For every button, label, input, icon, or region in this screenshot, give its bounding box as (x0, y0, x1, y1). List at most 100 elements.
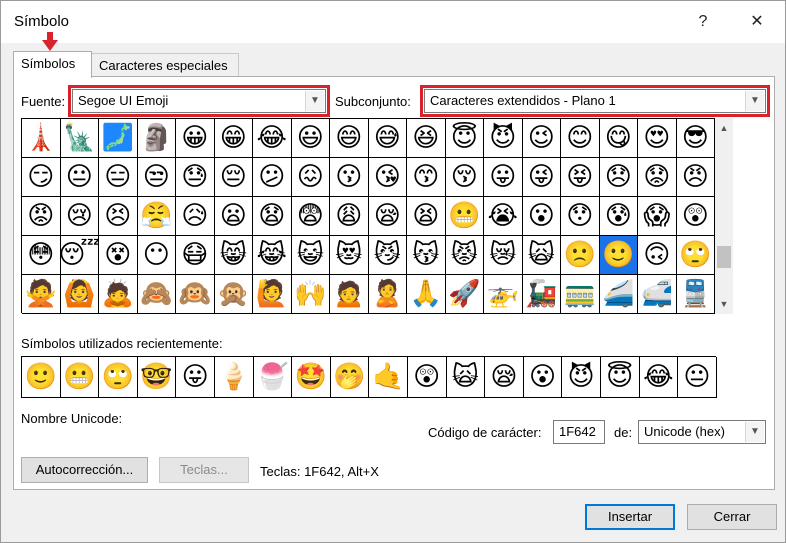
recent-symbol-cell[interactable]: 😲 (407, 357, 447, 398)
symbol-cell[interactable]: 😯 (561, 197, 600, 236)
recent-symbol-cell[interactable]: 🙀 (446, 357, 486, 398)
symbol-cell[interactable]: 😺 (291, 236, 330, 275)
symbol-cell[interactable]: 😳 (22, 236, 61, 275)
symbol-cell[interactable]: 😑 (99, 158, 138, 197)
symbol-cell[interactable]: 😋 (599, 119, 638, 158)
symbol-cell[interactable]: 😴 (60, 236, 99, 275)
symbol-cell[interactable]: 😾 (445, 236, 484, 275)
chevron-down-icon[interactable]: ▼ (745, 422, 764, 442)
symbol-cell[interactable]: 🙎 (368, 275, 407, 314)
symbol-cell[interactable]: 😕 (253, 158, 292, 197)
cerrar-button[interactable]: Cerrar (687, 504, 777, 530)
symbol-cell[interactable]: 😰 (599, 197, 638, 236)
symbol-cell[interactable]: 🙀 (522, 236, 561, 275)
scroll-up-icon[interactable]: ▲ (715, 120, 733, 136)
recent-symbol-cell[interactable]: 🍦 (214, 357, 254, 398)
symbol-cell[interactable]: 🚁 (484, 275, 523, 314)
symbol-cell[interactable]: 😼 (368, 236, 407, 275)
recent-symbol-cell[interactable]: 😮 (523, 357, 563, 398)
symbol-cell[interactable]: 😹 (253, 236, 292, 275)
recent-symbol-cell[interactable]: 😇 (600, 357, 640, 398)
codigo-input[interactable]: 1F642 (553, 420, 605, 444)
symbol-cell[interactable]: 🚂 (522, 275, 561, 314)
symbol-cell[interactable]: 🗿 (137, 119, 176, 158)
symbol-cell[interactable]: 😠 (676, 158, 715, 197)
symbol-cell[interactable]: 😞 (599, 158, 638, 197)
symbol-cell[interactable]: 😓 (176, 158, 215, 197)
teclas-button[interactable]: Teclas... (159, 457, 249, 483)
symbol-cell[interactable]: 🙂 (599, 236, 638, 275)
recent-symbol-cell[interactable]: 😛 (176, 357, 215, 398)
symbol-cell[interactable]: 😆 (407, 119, 446, 158)
symbol-cell[interactable]: 😟 (638, 158, 677, 197)
symbol-cell[interactable]: 😡 (22, 197, 61, 236)
insertar-button[interactable]: Insertar (585, 504, 675, 530)
tab-caracteres-especiales[interactable]: Caracteres especiales (91, 53, 239, 77)
symbol-cell[interactable]: 😜 (522, 158, 561, 197)
scroll-thumb[interactable] (717, 246, 731, 268)
symbol-cell[interactable]: 😖 (291, 158, 330, 197)
symbol-cell[interactable]: 😛 (484, 158, 523, 197)
symbol-cell[interactable]: 🙏 (407, 275, 446, 314)
recent-symbol-cell[interactable]: 😪 (485, 357, 524, 398)
symbol-cell[interactable]: 😚 (445, 158, 484, 197)
symbol-cell[interactable]: 😈 (484, 119, 523, 158)
help-button[interactable]: ? (689, 9, 717, 35)
symbol-cell[interactable]: 😊 (561, 119, 600, 158)
symbol-cell[interactable]: 😉 (522, 119, 561, 158)
symbol-cell[interactable]: 😙 (407, 158, 446, 197)
symbol-cell[interactable]: 😍 (638, 119, 677, 158)
symbol-cell[interactable]: 😗 (330, 158, 369, 197)
symbol-cell[interactable]: 🚆 (676, 275, 715, 314)
symbol-cell[interactable]: 😪 (368, 197, 407, 236)
symbol-cell[interactable]: 😢 (60, 197, 99, 236)
symbol-cell[interactable]: 😭 (484, 197, 523, 236)
symbol-cell[interactable]: 🚅 (638, 275, 677, 314)
recent-symbol-cell[interactable]: 😂 (639, 357, 679, 398)
symbol-cell[interactable]: 😐 (60, 158, 99, 197)
symbol-cell[interactable]: 🙈 (137, 275, 176, 314)
recent-symbol-cell[interactable]: 🤩 (292, 357, 331, 398)
symbol-cell[interactable]: 🚄 (599, 275, 638, 314)
symbol-cell[interactable]: 😅 (368, 119, 407, 158)
symbol-cell[interactable]: 🚃 (561, 275, 600, 314)
close-icon[interactable]: ✕ (743, 9, 771, 35)
symbol-cell[interactable]: 😒 (137, 158, 176, 197)
symbol-cell[interactable]: 🙅 (22, 275, 61, 314)
symbol-cell[interactable]: 😷 (176, 236, 215, 275)
symbol-cell[interactable]: 🙁 (561, 236, 600, 275)
scroll-down-icon[interactable]: ▼ (715, 296, 733, 312)
symbol-cell[interactable]: 🙉 (176, 275, 215, 314)
recent-symbol-cell[interactable]: 🙂 (22, 357, 61, 398)
symbol-cell[interactable]: 😥 (176, 197, 215, 236)
symbol-cell[interactable]: 🗾 (99, 119, 138, 158)
recent-symbol-cell[interactable]: 😬 (60, 357, 100, 398)
symbol-cell[interactable]: 😸 (214, 236, 253, 275)
recent-symbol-cell[interactable]: 🤭 (330, 357, 370, 398)
symbol-cell[interactable]: 😱 (638, 197, 677, 236)
symbol-cell[interactable]: 🙊 (214, 275, 253, 314)
grid-scrollbar[interactable]: ▲ ▼ (715, 118, 733, 314)
tab-simbolos[interactable]: Símbolos (13, 51, 92, 78)
symbol-cell[interactable]: 😂 (253, 119, 292, 158)
symbol-cell[interactable]: 🙃 (638, 236, 677, 275)
symbol-cell[interactable]: 😵 (99, 236, 138, 275)
symbol-cell[interactable]: 😔 (214, 158, 253, 197)
symbol-cell[interactable]: 😤 (137, 197, 176, 236)
symbol-cell[interactable]: 😏 (22, 158, 61, 197)
symbol-cell[interactable]: 😝 (561, 158, 600, 197)
symbol-cell[interactable]: 😫 (407, 197, 446, 236)
recent-symbol-cell[interactable]: 🍧 (253, 357, 293, 398)
symbol-cell[interactable]: 😧 (253, 197, 292, 236)
autocorreccion-button[interactable]: Autocorrección... (21, 457, 148, 483)
symbol-cell[interactable]: 😘 (368, 158, 407, 197)
symbol-cell[interactable]: 🙄 (676, 236, 715, 275)
symbol-cell[interactable]: 🙌 (291, 275, 330, 314)
symbol-cell[interactable]: 😽 (407, 236, 446, 275)
recent-symbol-cell[interactable]: 😈 (562, 357, 601, 398)
symbol-cell[interactable]: 😮 (522, 197, 561, 236)
symbol-cell[interactable]: 😨 (291, 197, 330, 236)
symbol-cell[interactable]: 😿 (484, 236, 523, 275)
symbol-cell[interactable]: 😻 (330, 236, 369, 275)
symbol-cell[interactable]: 😩 (330, 197, 369, 236)
